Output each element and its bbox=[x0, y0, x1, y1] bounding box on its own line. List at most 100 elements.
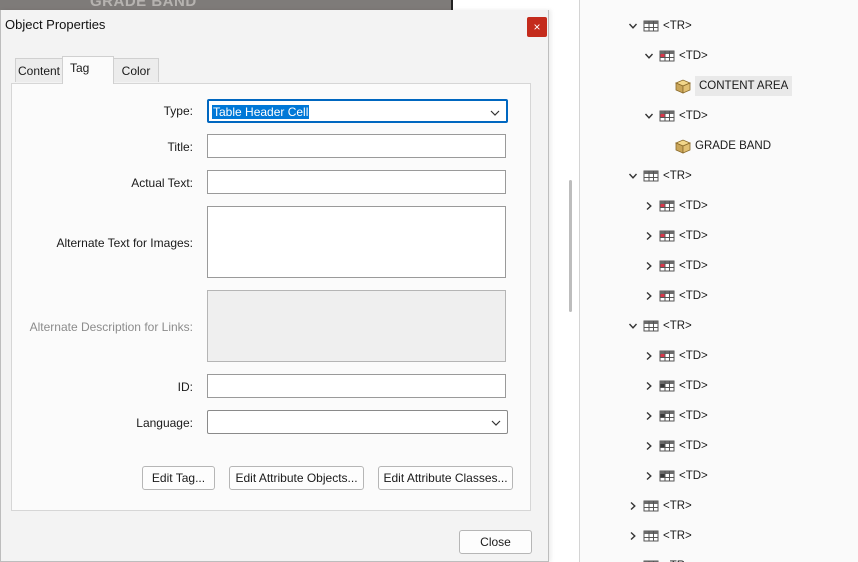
alternate-description-label: Alternate Description for Links: bbox=[29, 320, 193, 334]
chevron-down-icon[interactable] bbox=[626, 19, 640, 33]
tree-row-label: GRADE BAND bbox=[695, 140, 772, 152]
alternate-text-field[interactable] bbox=[207, 206, 506, 278]
language-label: Language: bbox=[136, 416, 193, 430]
table-cell-icon bbox=[659, 349, 675, 363]
type-dropdown-value: Table Header Cell bbox=[212, 105, 310, 119]
content-box-icon bbox=[675, 139, 691, 154]
tree-row-label: CONTENT AREA bbox=[695, 76, 793, 96]
close-button[interactable]: Close bbox=[459, 530, 532, 554]
chevron-right-icon[interactable] bbox=[642, 349, 656, 363]
table-cell-icon bbox=[659, 259, 675, 273]
table-cell-plain-icon bbox=[659, 439, 675, 453]
tree-row-label: <TD> bbox=[679, 230, 708, 242]
table-cell-icon bbox=[659, 199, 675, 213]
chevron-right-icon[interactable] bbox=[642, 289, 656, 303]
table-cell-icon bbox=[659, 229, 675, 243]
chevron-down-icon[interactable] bbox=[626, 169, 640, 183]
document-heading-text: GRADE BAND bbox=[90, 0, 197, 10]
pane-gutter bbox=[550, 0, 580, 562]
tree-row-label: <TR> bbox=[663, 170, 692, 182]
tree-row[interactable]: <TD> bbox=[642, 405, 708, 427]
chevron-right-icon[interactable] bbox=[642, 229, 656, 243]
alternate-description-field bbox=[207, 290, 506, 362]
actual-text-field[interactable] bbox=[207, 170, 506, 194]
dialog-title-bar[interactable]: Object Properties × bbox=[1, 10, 548, 44]
tree-row[interactable]: <TD> bbox=[642, 195, 708, 217]
tree-row-label: <TR> bbox=[663, 530, 692, 542]
table-cell-icon bbox=[659, 49, 675, 63]
edit-attribute-objects-button[interactable]: Edit Attribute Objects... bbox=[229, 466, 364, 490]
edit-tag-button[interactable]: Edit Tag... bbox=[142, 466, 215, 490]
tree-row[interactable]: <TD> bbox=[642, 255, 708, 277]
tree-row[interactable]: <TD> bbox=[642, 45, 708, 67]
object-properties-dialog: Object Properties × Content Tag Color Ty… bbox=[0, 10, 549, 562]
tree-row[interactable]: <TD> bbox=[642, 465, 708, 487]
table-row-icon bbox=[643, 529, 659, 543]
tags-tree-panel: <TR> <TD> CONTENT AREA <TD> GRADE BAND <TR> <T… bbox=[580, 0, 858, 562]
tab-color[interactable]: Color bbox=[113, 58, 159, 82]
tree-row[interactable]: <TD> bbox=[642, 345, 708, 367]
close-icon[interactable]: × bbox=[527, 17, 547, 37]
tree-row-label: <TD> bbox=[679, 200, 708, 212]
language-dropdown[interactable] bbox=[207, 410, 508, 434]
table-row-icon bbox=[643, 19, 659, 33]
table-cell-icon bbox=[659, 109, 675, 123]
title-label: Title: bbox=[167, 140, 193, 154]
edit-attribute-classes-button[interactable]: Edit Attribute Classes... bbox=[378, 466, 513, 490]
type-dropdown[interactable]: Table Header Cell bbox=[207, 99, 508, 123]
tree-row-label: <TD> bbox=[679, 440, 708, 452]
tree-row-label: <TD> bbox=[679, 380, 708, 392]
alternate-text-label: Alternate Text for Images: bbox=[56, 236, 193, 250]
content-box-icon bbox=[675, 79, 691, 94]
chevron-right-icon[interactable] bbox=[642, 199, 656, 213]
tree-row-label: <TD> bbox=[679, 50, 708, 62]
chevron-right-icon[interactable] bbox=[642, 439, 656, 453]
tree-row[interactable]: CONTENT AREA bbox=[658, 75, 793, 97]
tree-row[interactable]: <TD> bbox=[642, 375, 708, 397]
title-field[interactable] bbox=[207, 134, 506, 158]
tree-row-label: <TR> bbox=[663, 20, 692, 32]
tree-row-label: <TD> bbox=[679, 350, 708, 362]
tree-row[interactable]: <TR> bbox=[626, 315, 692, 337]
table-row-icon bbox=[643, 499, 659, 513]
chevron-right-icon[interactable] bbox=[642, 379, 656, 393]
tree-row-label: <TD> bbox=[679, 290, 708, 302]
tree-row[interactable]: <TD> bbox=[642, 285, 708, 307]
chevron-right-icon[interactable] bbox=[642, 409, 656, 423]
table-cell-plain-icon bbox=[659, 379, 675, 393]
table-row-icon bbox=[643, 319, 659, 333]
tree-row[interactable]: <TR> bbox=[626, 15, 692, 37]
chevron-down-icon bbox=[491, 417, 501, 427]
type-label: Type: bbox=[163, 104, 193, 118]
tree-row[interactable]: <TR> bbox=[626, 495, 692, 517]
chevron-down-icon[interactable] bbox=[642, 109, 656, 123]
tree-row[interactable]: <TD> bbox=[642, 435, 708, 457]
chevron-down-icon[interactable] bbox=[626, 319, 640, 333]
chevron-down-icon[interactable] bbox=[642, 49, 656, 63]
tree-row[interactable]: <TR> bbox=[626, 525, 692, 547]
tree-row[interactable]: <TR> bbox=[626, 555, 692, 562]
table-row-icon bbox=[643, 169, 659, 183]
actual-text-label: Actual Text: bbox=[131, 176, 193, 190]
chevron-right-icon[interactable] bbox=[626, 529, 640, 543]
tree-row-label: <TD> bbox=[679, 470, 708, 482]
document-scrollbar-thumb[interactable] bbox=[569, 180, 572, 312]
tree-row-label: <TD> bbox=[679, 260, 708, 272]
chevron-right-icon[interactable] bbox=[626, 499, 640, 513]
tree-row[interactable]: GRADE BAND bbox=[658, 135, 771, 157]
id-field[interactable] bbox=[207, 374, 506, 398]
chevron-right-icon[interactable] bbox=[642, 259, 656, 273]
tab-tag[interactable]: Tag bbox=[62, 56, 114, 84]
chevron-down-icon bbox=[490, 107, 500, 117]
tree-row[interactable]: <TR> bbox=[626, 165, 692, 187]
id-label: ID: bbox=[177, 380, 193, 394]
tree-row-label: <TR> bbox=[663, 500, 692, 512]
tree-row-label: <TD> bbox=[679, 110, 708, 122]
table-cell-icon bbox=[659, 289, 675, 303]
tree-row[interactable]: <TD> bbox=[642, 105, 708, 127]
tab-content[interactable]: Content bbox=[15, 58, 63, 82]
chevron-right-icon[interactable] bbox=[642, 469, 656, 483]
tree-row[interactable]: <TD> bbox=[642, 225, 708, 247]
